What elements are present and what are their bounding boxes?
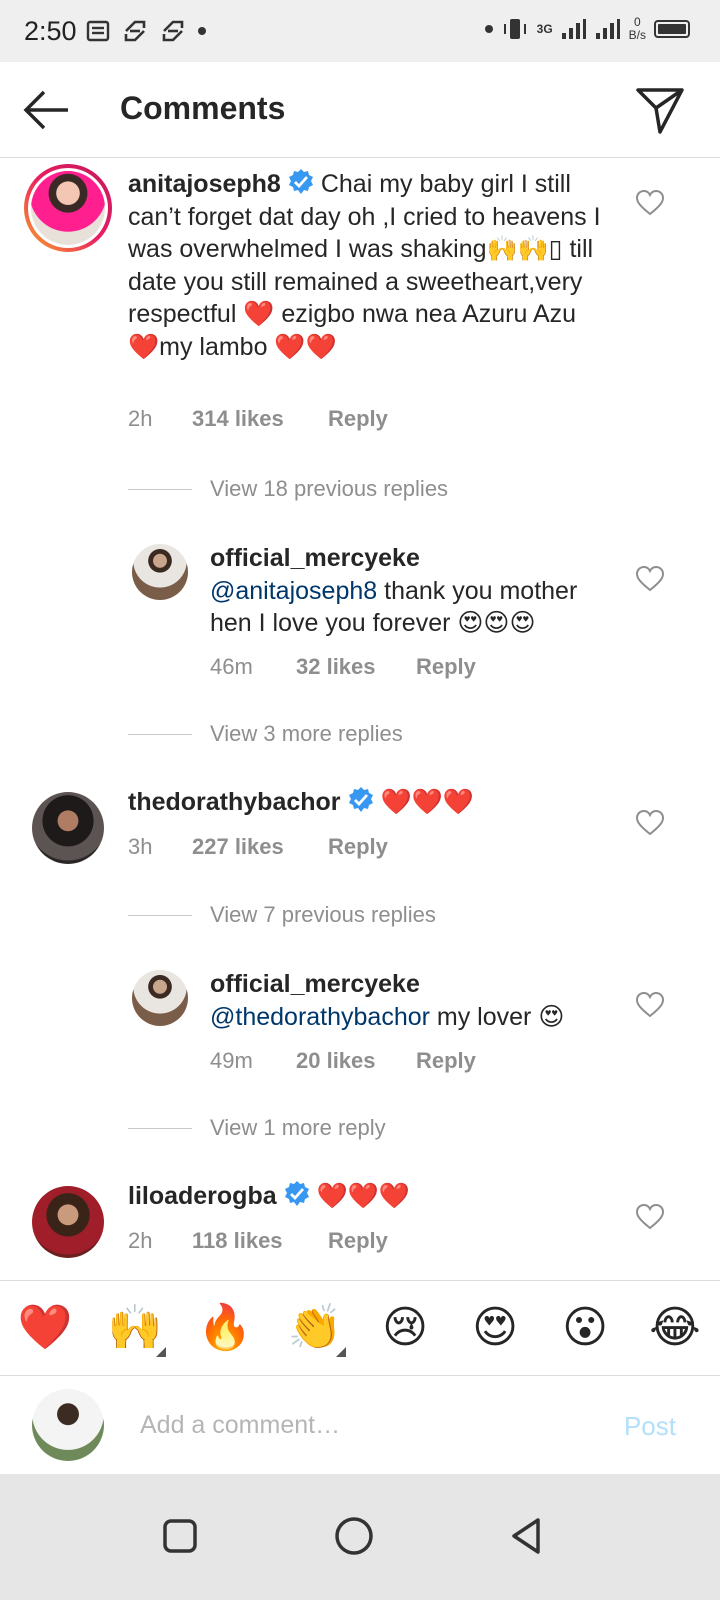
comment-likes[interactable]: 32 likes — [296, 654, 416, 680]
verified-badge-icon — [348, 787, 373, 812]
back-nav-icon[interactable] — [506, 1514, 550, 1558]
emoji-heart-eyes-button[interactable]: 😍 — [460, 1303, 530, 1353]
app-notification-icon — [124, 20, 146, 42]
indicator-dot — [484, 25, 493, 33]
comment-likes[interactable]: 118 likes — [192, 1228, 328, 1254]
emoji-surprised-button[interactable]: 😮 — [550, 1303, 620, 1353]
home-icon[interactable] — [332, 1514, 376, 1558]
comment-username[interactable]: thedorathybachor — [128, 788, 341, 816]
comment-username[interactable]: anitajoseph8 — [128, 170, 281, 198]
net-speed: 0 B/s — [628, 15, 646, 42]
comment-body: ❤️❤️❤️ — [380, 788, 474, 816]
message-notification-icon — [86, 20, 110, 42]
mention-link[interactable]: @thedorathybachor — [210, 1003, 430, 1031]
comment-meta: 2h 118 likes Reply — [128, 1228, 388, 1254]
comment-likes[interactable]: 20 likes — [296, 1048, 416, 1074]
status-bar: 2:50 3G 0 B/s — [0, 0, 720, 62]
comment-time: 2h — [128, 1228, 153, 1253]
app-notification-icon — [162, 20, 184, 42]
comment-likes[interactable]: 227 likes — [192, 834, 328, 860]
mention-link[interactable]: @anitajoseph8 — [210, 577, 377, 605]
like-heart-icon[interactable] — [636, 1204, 664, 1230]
emoji-heart-button[interactable]: ❤️ — [10, 1303, 80, 1353]
header: Comments — [0, 62, 720, 158]
comment-text: liloaderogba ❤️❤️❤️ — [128, 1180, 608, 1213]
more-notifications-dot — [198, 27, 206, 35]
comment-text: official_mercyeke @thedorathybachor my l… — [210, 968, 620, 1033]
avatar[interactable] — [132, 544, 188, 600]
comment-text: anitajoseph8 Chai my baby girl I still ca… — [128, 168, 608, 363]
emoji-fire-button[interactable]: 🔥 — [190, 1303, 260, 1353]
network-type: 3G — [536, 22, 553, 36]
comment-time: 2h — [128, 406, 153, 431]
comment-username[interactable]: official_mercyeke — [210, 970, 420, 998]
like-heart-icon[interactable] — [636, 992, 664, 1018]
direct-send-icon[interactable] — [634, 84, 686, 136]
battery-icon — [654, 20, 690, 38]
comment-body: ❤️❤️❤️ — [316, 1182, 411, 1210]
comment-meta: 2h 314 likes Reply — [128, 406, 388, 432]
avatar[interactable] — [32, 1186, 104, 1258]
reply-button[interactable]: Reply — [328, 406, 388, 432]
comment-meta: 46m 32 likes Reply — [210, 654, 476, 680]
reply-button[interactable]: Reply — [416, 1048, 476, 1074]
comment-text: thedorathybachor ❤️❤️❤️ — [128, 786, 608, 819]
comment-time: 49m — [210, 1048, 253, 1073]
comment-input[interactable] — [140, 1403, 570, 1447]
view-previous-replies[interactable]: View 18 previous replies — [128, 476, 448, 502]
signal-icon-2 — [595, 19, 620, 39]
signal-icon — [561, 19, 586, 39]
comment-body: Chai my baby girl I still can’t forget d… — [128, 170, 601, 361]
view-more-replies[interactable]: View 3 more replies — [128, 721, 403, 747]
avatar[interactable] — [32, 792, 104, 864]
verified-badge-icon — [284, 1181, 309, 1206]
reply-button[interactable]: Reply — [416, 654, 476, 680]
emoji-laughing-button[interactable]: 😂 — [640, 1303, 710, 1353]
back-arrow-icon[interactable] — [20, 86, 72, 134]
comment-meta: 49m 20 likes Reply — [210, 1048, 476, 1074]
view-previous-replies[interactable]: View 7 previous replies — [128, 902, 436, 928]
reply-button[interactable]: Reply — [328, 1228, 388, 1254]
comment-likes[interactable]: 314 likes — [192, 406, 328, 432]
post-button[interactable]: Post — [624, 1411, 676, 1442]
emoji-raising-hands-button[interactable]: 🙌 — [100, 1303, 170, 1357]
comment-username[interactable]: liloaderogba — [128, 1182, 277, 1210]
avatar[interactable] — [132, 970, 188, 1026]
page-title: Comments — [120, 90, 286, 126]
vibrate-icon — [503, 19, 526, 39]
comment-username[interactable]: official_mercyeke — [210, 544, 420, 572]
comment-meta: 3h 227 likes Reply — [128, 834, 388, 860]
current-user-avatar — [32, 1389, 104, 1461]
comment-composer: Post — [0, 1377, 720, 1473]
emoji-clapping-button[interactable]: 👏 — [280, 1303, 350, 1357]
verified-badge-icon — [288, 169, 313, 194]
reply-button[interactable]: Reply — [328, 834, 388, 860]
comment-time: 46m — [210, 654, 253, 679]
comment-time: 3h — [128, 834, 153, 859]
system-nav-bar — [0, 1474, 720, 1600]
skin-tone-indicator — [156, 1347, 166, 1357]
comment-text: official_mercyeke @anitajoseph8 thank yo… — [210, 542, 620, 640]
emoji-crying-button[interactable]: 😢 — [370, 1303, 440, 1353]
status-time: 2:50 — [24, 16, 77, 46]
comment-body: my lover 😍 — [429, 1002, 565, 1031]
emoji-quick-bar: ❤️ 🙌 🔥 👏 😢 😍 😮 😂 — [0, 1280, 720, 1376]
like-heart-icon[interactable] — [636, 190, 664, 216]
like-heart-icon[interactable] — [636, 566, 664, 592]
view-more-replies[interactable]: View 1 more reply — [128, 1115, 386, 1141]
recent-apps-icon[interactable] — [158, 1514, 202, 1558]
avatar[interactable] — [24, 164, 112, 252]
skin-tone-indicator — [336, 1347, 346, 1357]
like-heart-icon[interactable] — [636, 810, 664, 836]
